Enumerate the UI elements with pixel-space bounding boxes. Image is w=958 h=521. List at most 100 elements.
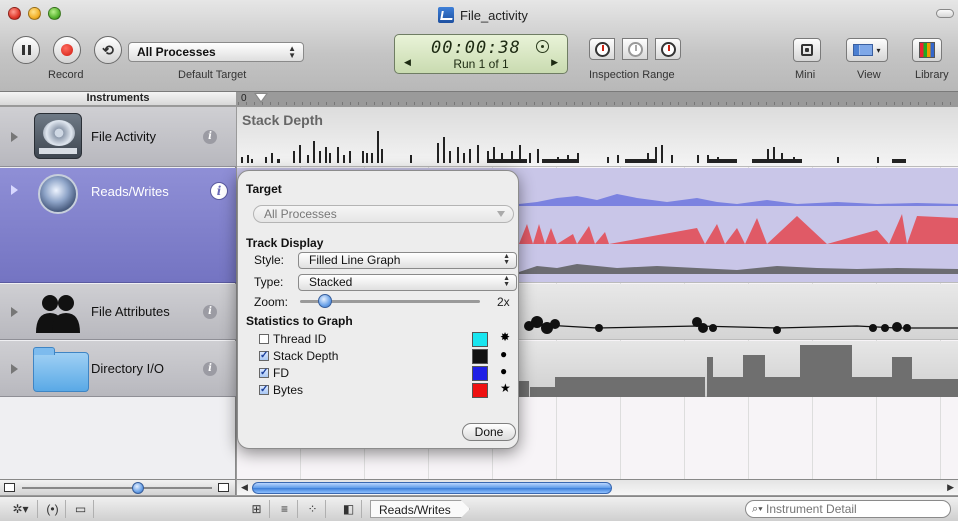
record-label: Record [48, 69, 84, 81]
outline-view-icon[interactable]: ⁘ [300, 500, 326, 518]
hard-disk-icon [34, 113, 82, 159]
pause-icon [21, 45, 31, 55]
disclosure-triangle-icon[interactable] [11, 132, 18, 142]
mini-button[interactable] [793, 38, 821, 62]
loop-icon: ⟲ [102, 42, 114, 58]
disk-platter-icon [38, 174, 78, 214]
range-end-icon [660, 41, 676, 57]
color-swatch[interactable] [472, 332, 488, 347]
fd-series-area [519, 194, 958, 206]
target-popup[interactable]: All Processes ▲ ▼ [128, 42, 304, 62]
search-input[interactable] [766, 502, 946, 516]
scroll-right-icon[interactable]: ▶ [947, 482, 954, 493]
clock-icon [536, 40, 549, 53]
marker-dot-icon[interactable]: ● [500, 347, 507, 361]
inspector-target-select[interactable]: All Processes [253, 205, 514, 223]
style-label: Style: [254, 253, 285, 267]
fd-checkbox[interactable]: ✓ [259, 368, 269, 378]
extended-detail-icon[interactable]: ◧ [336, 500, 362, 518]
statistic-name: FD [273, 366, 289, 380]
timeline-scrollbar[interactable]: ◀ ▶ [237, 479, 958, 495]
statistic-row-bytes[interactable]: ✓ Bytes ★ [259, 381, 519, 398]
toolbar-toggle-button[interactable] [936, 9, 954, 18]
next-run-button[interactable]: ▶ [551, 57, 558, 68]
track-height-slider[interactable] [22, 487, 212, 489]
instrument-row-reads-writes[interactable]: Reads/Writes i [0, 168, 236, 283]
style-popup[interactable]: Filled Line Graph ▲ ▼ [298, 252, 517, 269]
detail-view-icon[interactable]: ▭ [68, 500, 94, 518]
popup-arrows-icon: ▲ ▼ [503, 275, 510, 288]
close-window-button[interactable] [8, 7, 21, 20]
attributes-points [524, 316, 911, 334]
disclosure-triangle-icon[interactable] [11, 185, 18, 195]
small-track-icon[interactable] [4, 483, 15, 492]
library-label: Library [915, 69, 949, 81]
view-button[interactable]: ▾ [846, 38, 888, 62]
list-view-icon[interactable]: ≡ [272, 500, 298, 518]
record-button[interactable] [53, 36, 81, 64]
scrollbar-thumb[interactable] [252, 482, 612, 494]
thread-id-checkbox[interactable] [259, 334, 269, 344]
zoom-slider-knob[interactable] [318, 294, 333, 308]
inspection-range-start-button[interactable] [589, 38, 615, 60]
target-heading: Target [246, 182, 282, 196]
statistic-row-thread-id[interactable]: Thread ID ✸ [259, 330, 519, 347]
bytes-series-area [519, 214, 958, 244]
instruments-column-header: Instruments [0, 92, 236, 106]
inspection-range-end-button[interactable] [655, 38, 681, 60]
bytes-checkbox[interactable]: ✓ [259, 385, 269, 395]
zoom-label: Zoom: [254, 295, 289, 309]
marker-dot-icon[interactable]: ● [500, 364, 507, 378]
playhead-icon[interactable] [254, 93, 268, 103]
minimize-window-button[interactable] [28, 7, 41, 20]
large-track-icon[interactable] [218, 483, 229, 492]
loop-button[interactable]: ⟲ [94, 36, 122, 64]
disclosure-triangle-icon[interactable] [11, 307, 18, 317]
done-button[interactable]: Done [462, 423, 516, 441]
instrument-row-file-attributes[interactable]: File Attributes i [0, 284, 236, 340]
pause-button[interactable] [12, 36, 40, 64]
default-target-label: Default Target [178, 69, 247, 81]
info-icon[interactable]: i [203, 305, 217, 319]
instrument-name: File Attributes [91, 304, 170, 319]
statistic-name: Thread ID [273, 332, 327, 346]
toolbar: File_activity ⟲ Record All Processes ▲ ▼ … [0, 0, 958, 92]
library-button[interactable] [912, 38, 942, 62]
run-indicator: Run 1 of 1 [453, 57, 509, 71]
timeline-ruler[interactable]: 0 [237, 92, 958, 106]
view-dropdown-icon: ▾ [876, 45, 881, 55]
instrument-row-file-activity[interactable]: File Activity i [0, 107, 236, 167]
marker-asterisk-icon[interactable]: ✸ [500, 330, 510, 344]
action-gear-icon[interactable]: ✲▾ [4, 500, 38, 518]
inspection-range-clear-button[interactable] [622, 38, 648, 60]
color-swatch[interactable] [472, 366, 488, 381]
mini-label: Mini [795, 69, 816, 81]
window-title: File_activity [438, 6, 528, 24]
color-swatch[interactable] [472, 349, 488, 364]
dropdown-arrow-icon [497, 211, 505, 217]
info-icon[interactable]: i [210, 182, 228, 200]
info-icon[interactable]: i [203, 362, 217, 376]
target-focus-icon[interactable]: (•) [40, 500, 66, 518]
track-height-knob[interactable] [132, 482, 144, 494]
info-icon[interactable]: i [203, 130, 217, 144]
time-display: 00:00:38 ◀ Run 1 of 1 ▶ [394, 34, 568, 74]
marker-star-icon[interactable]: ★ [500, 381, 511, 395]
breadcrumb[interactable]: Reads/Writes [370, 500, 470, 518]
scroll-left-icon[interactable]: ◀ [241, 482, 248, 493]
stack-depth-checkbox[interactable]: ✓ [259, 351, 269, 361]
statistic-row-stack-depth[interactable]: ✓ Stack Depth ● [259, 347, 519, 364]
table-view-icon[interactable]: ⊞ [244, 500, 270, 518]
track-file-activity[interactable]: Stack Depth [237, 107, 958, 167]
instrument-detail-search[interactable]: ⌕▾ [745, 500, 951, 518]
type-value: Stacked [309, 275, 353, 289]
color-swatch[interactable] [472, 383, 488, 398]
statistic-row-fd[interactable]: ✓ FD ● [259, 364, 519, 381]
disclosure-triangle-icon[interactable] [11, 364, 18, 374]
range-clear-icon [627, 41, 643, 57]
instrument-row-directory-io[interactable]: Directory I/O i [0, 341, 236, 397]
library-icon [919, 42, 935, 58]
zoom-window-button[interactable] [48, 7, 61, 20]
instrument-inspector-popover: Target All Processes Track Display Style… [237, 170, 519, 449]
type-popup[interactable]: Stacked ▲ ▼ [298, 274, 517, 291]
